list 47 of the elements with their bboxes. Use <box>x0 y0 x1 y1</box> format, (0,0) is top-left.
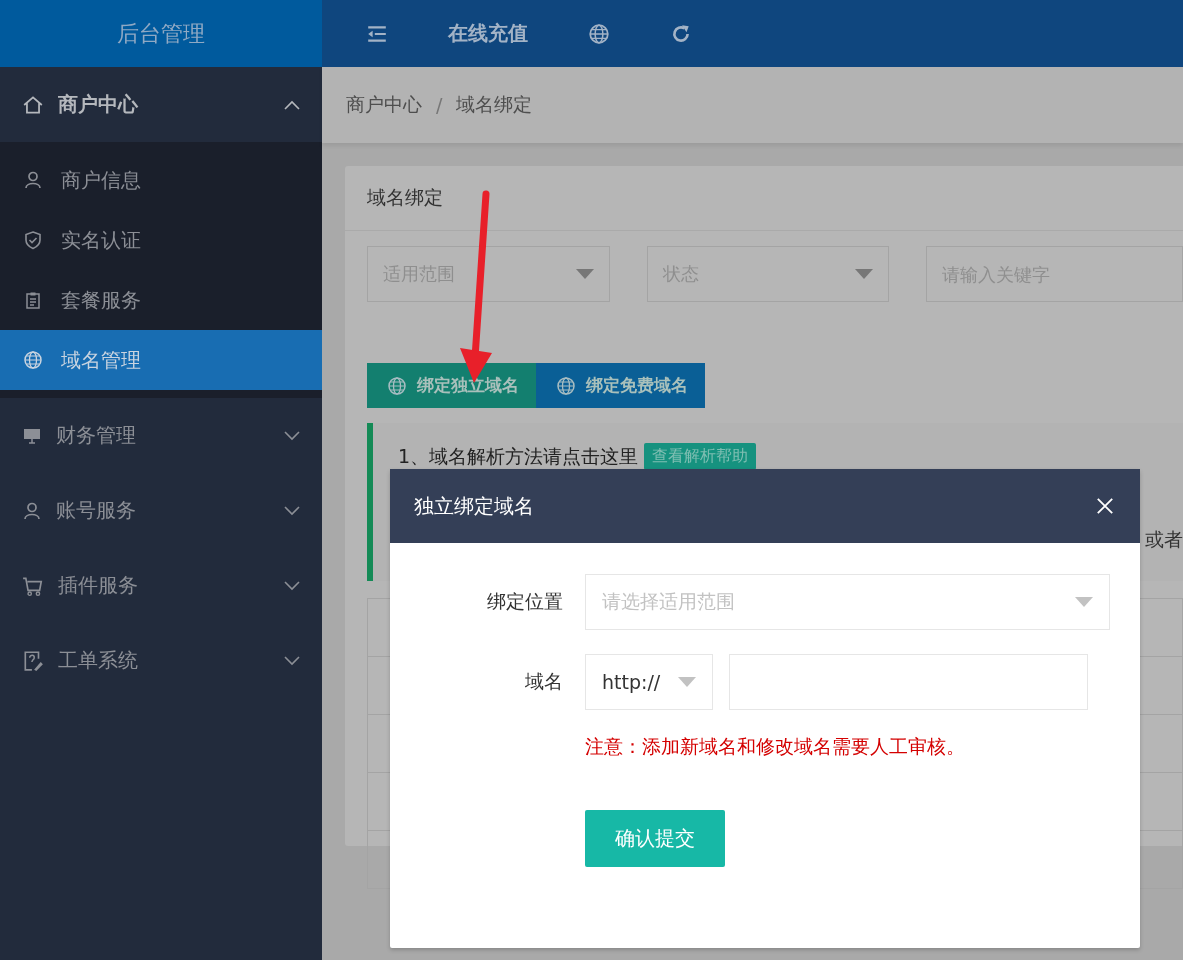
sidebar-submenu-item[interactable]: 域名管理 <box>0 330 322 390</box>
user-icon <box>22 500 42 521</box>
globe-icon <box>387 375 407 396</box>
close-icon[interactable] <box>1096 497 1114 515</box>
notice-text: 或者 <box>1145 528 1183 550</box>
brand-title: 后台管理 <box>0 0 322 67</box>
globe-icon <box>556 375 576 396</box>
globe-icon[interactable] <box>588 22 610 45</box>
user-icon <box>23 170 43 190</box>
bind-domain-button[interactable]: 绑定免费域名 <box>536 363 705 408</box>
cart-icon <box>22 574 44 597</box>
caret-down-icon <box>678 677 696 687</box>
breadcrumb-separator: / <box>436 94 443 116</box>
menu-collapse-icon[interactable] <box>366 24 388 43</box>
protocol-select[interactable]: http:// <box>585 654 713 710</box>
submit-button[interactable]: 确认提交 <box>585 810 725 867</box>
chevron-down-icon <box>284 505 300 516</box>
sidebar-submenu-item[interactable]: 套餐服务 <box>0 270 322 330</box>
chevron-down-icon <box>284 430 300 441</box>
sidebar-menu-item[interactable]: 插件服务 <box>0 548 322 623</box>
question-edit-icon <box>22 649 44 672</box>
chevron-up-icon <box>284 99 300 110</box>
sidebar-menu-item[interactable]: 财务管理 <box>0 398 322 473</box>
modal-title: 独立绑定域名 <box>414 492 534 520</box>
sidebar-menu-item[interactable]: 账号服务 <box>0 473 322 548</box>
sidebar-submenu-item[interactable]: 实名认证 <box>0 210 322 270</box>
refresh-icon[interactable] <box>670 22 692 45</box>
chevron-down-icon <box>284 655 300 666</box>
clipboard-icon <box>23 290 43 310</box>
caret-down-icon <box>575 269 594 279</box>
field-label: 域名 <box>524 669 563 694</box>
recharge-link[interactable]: 在线充值 <box>448 20 528 47</box>
breadcrumb-link[interactable]: 商户中心 <box>346 92 422 118</box>
globe-icon <box>23 350 43 370</box>
field-label: 绑定位置 <box>486 589 563 614</box>
shield-check-icon <box>23 230 43 250</box>
chevron-down-icon <box>284 580 300 591</box>
sidebar-submenu-item[interactable]: 商户信息 <box>0 150 322 210</box>
breadcrumb-link[interactable]: 域名绑定 <box>456 92 533 118</box>
domain-field[interactable] <box>729 654 1088 710</box>
caret-down-icon <box>1075 597 1093 607</box>
card-title: 域名绑定 <box>345 166 1183 231</box>
warning-text: 注意：添加新域名和修改域名需要人工审核。 <box>585 734 966 759</box>
sidebar-menu-item[interactable]: 商户中心 <box>0 67 322 142</box>
sidebar-menu-item[interactable]: 工单系统 <box>0 623 322 698</box>
caret-down-icon <box>855 269 873 279</box>
notice-text: 1、域名解析方法请点击这里 <box>398 443 639 469</box>
